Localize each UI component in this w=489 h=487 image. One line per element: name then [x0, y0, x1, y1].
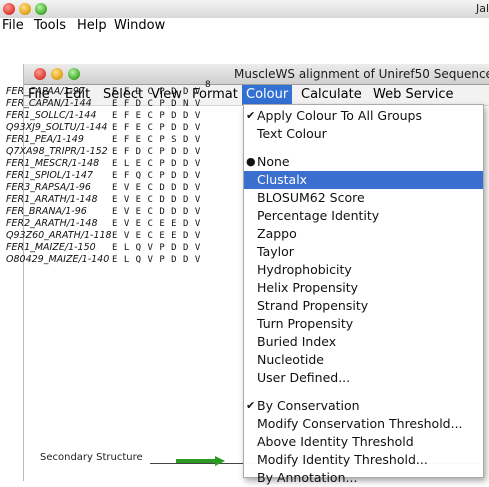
colour-menu-item[interactable]: Zappo: [244, 225, 483, 243]
sequence-name[interactable]: FER_CAPAA/1-97: [6, 86, 85, 98]
outer-menu-file[interactable]: File: [2, 18, 24, 33]
outer-titlebar: Jal: [0, 0, 489, 19]
colour-menu-item-label: By Conservation: [257, 398, 360, 413]
radio-dot-icon: ●: [246, 155, 256, 168]
zoom-window-button[interactable]: [35, 3, 47, 15]
colour-menu-item-label: Helix Propensity: [257, 280, 359, 295]
sequence-name[interactable]: FER_CAPAN/1-144: [6, 98, 92, 110]
colour-menu-item-label: Buried Index: [257, 334, 337, 349]
colour-menu-item-label: User Defined...: [257, 370, 351, 385]
sequence-name[interactable]: FER1_PEA/1-149: [6, 134, 84, 146]
colour-menu-item-label: Clustalx: [257, 172, 308, 187]
colour-menu-item[interactable]: Buried Index: [244, 333, 483, 351]
sequence-residues[interactable]: E F D C P D D V: [112, 86, 201, 98]
outer-menu-help[interactable]: Help: [77, 18, 107, 33]
alignment-menubar: File Edit Select View Format Colour Calc…: [24, 85, 489, 106]
colour-menu-item[interactable]: Text Colour: [244, 125, 483, 143]
colour-menu-item-label: Hydrophobicity: [257, 262, 352, 277]
colour-menu-item[interactable]: Taylor: [244, 243, 483, 261]
colour-menu-item-label: BLOSUM62 Score: [257, 190, 365, 205]
menu-colour[interactable]: Colour: [242, 85, 293, 105]
sequence-residues[interactable]: E V E C D D D V: [112, 194, 201, 206]
sequence-name[interactable]: O80429_MAIZE/1-140: [6, 254, 109, 266]
colour-menu-item[interactable]: Strand Propensity: [244, 297, 483, 315]
colour-menu-item-label: Above Identity Threshold: [257, 434, 414, 449]
colour-menu-item[interactable]: Percentage Identity: [244, 207, 483, 225]
checkmark-icon: ✔: [246, 399, 256, 412]
colour-menu-item-label: Strand Propensity: [257, 298, 369, 313]
sequence-residues[interactable]: E F D C P D D V: [112, 146, 201, 158]
sequence-name[interactable]: FER2_ARATH/1-148: [6, 218, 98, 230]
close-alignment-button[interactable]: [34, 68, 46, 80]
colour-menu-item-label: Nucleotide: [257, 352, 324, 367]
sequence-residues[interactable]: E F E C P S D V: [112, 134, 201, 146]
colour-menu-item[interactable]: BLOSUM62 Score: [244, 189, 483, 207]
sequence-name[interactable]: FER1_SOLLC/1-144: [6, 110, 96, 122]
alignment-title: MuscleWS alignment of Uniref50 Sequences: [234, 67, 489, 81]
colour-menu-item[interactable]: Turn Propensity: [244, 315, 483, 333]
sequence-name[interactable]: Q93Z60_ARATH/1-118: [6, 230, 112, 242]
sequence-residues[interactable]: E F D C P D N V: [112, 98, 201, 110]
minimize-window-button[interactable]: [19, 3, 31, 15]
menu-calculate[interactable]: Calculate: [301, 87, 362, 102]
colour-menu-item-label: Taylor: [257, 244, 294, 259]
sequence-residues[interactable]: E V E C E E D V: [112, 218, 201, 230]
menu-web-service[interactable]: Web Service: [373, 87, 454, 102]
colour-menu-item[interactable]: By Annotation...: [244, 469, 483, 487]
helix-strand-arrow: [176, 459, 216, 463]
colour-menu-item-label: Turn Propensity: [257, 316, 354, 331]
colour-menu-item-label: Modify Identity Threshold...: [257, 452, 428, 467]
colour-menu-item[interactable]: ✔ Apply Colour To All Groups: [244, 107, 483, 125]
sequence-residues[interactable]: E V E C D D D V: [112, 206, 201, 218]
outer-window-title: Jal: [475, 2, 489, 15]
colour-menu-item[interactable]: Clustalx: [244, 171, 483, 189]
sequence-name[interactable]: FER1_SPIOL/1-147: [6, 170, 93, 182]
outer-menu-window[interactable]: Window: [114, 18, 165, 33]
ruler-number: 8: [205, 80, 211, 90]
sequence-residues[interactable]: E F E C P D D V: [112, 110, 201, 122]
sequence-residues[interactable]: E L E C P D D V: [112, 158, 201, 170]
colour-menu-item-label: Percentage Identity: [257, 208, 380, 223]
colour-menu-item[interactable]: Above Identity Threshold: [244, 433, 483, 451]
colour-menu-item[interactable]: Nucleotide: [244, 351, 483, 369]
alignment-titlebar: MuscleWS alignment of Uniref50 Sequences: [24, 64, 489, 85]
strand-arrowhead: [215, 456, 225, 466]
checkmark-icon: ✔: [246, 109, 256, 122]
zoom-alignment-button[interactable]: [68, 68, 80, 80]
sequence-residues[interactable]: E F Q C P D D V: [112, 170, 201, 182]
colour-menu-item-label: By Annotation...: [257, 470, 358, 485]
minimize-alignment-button[interactable]: [51, 68, 63, 80]
sequence-residues[interactable]: E F E C P D D V: [112, 122, 201, 134]
colour-menu-item-label: Zappo: [257, 226, 297, 241]
sequence-name[interactable]: Q93XJ9_SOLTU/1-144: [6, 122, 107, 134]
colour-dropdown-menu: ✔ Apply Colour To All Groups Text Colour ● N…: [243, 104, 484, 485]
colour-menu-item[interactable]: Modify Conservation Threshold...: [244, 415, 483, 433]
colour-menu-item[interactable]: User Defined...: [244, 369, 483, 387]
sequence-residues[interactable]: E V E C D D D V: [112, 182, 201, 194]
colour-menu-item[interactable]: Helix Propensity: [244, 279, 483, 297]
sequence-name[interactable]: Q7XA98_TRIPR/1-152: [6, 146, 108, 158]
colour-menu-item[interactable]: Hydrophobicity: [244, 261, 483, 279]
sequence-residues[interactable]: E L Q V P D D V: [112, 254, 201, 266]
colour-menu-item[interactable]: ● None: [244, 153, 483, 171]
colour-menu-item[interactable]: ✔ By Conservation: [244, 397, 483, 415]
sequence-name[interactable]: FER3_RAPSA/1-96: [6, 182, 91, 194]
sequence-name[interactable]: FER_BRANA/1-96: [6, 206, 87, 218]
secondary-structure-label: Secondary Structure: [40, 452, 143, 463]
sequence-residues[interactable]: E V E C E E D V: [112, 230, 201, 242]
sequence-name[interactable]: FER1_MESCR/1-148: [6, 158, 99, 170]
sequence-name[interactable]: FER1_ARATH/1-148: [6, 194, 98, 206]
colour-menu-item[interactable]: Modify Identity Threshold...: [244, 451, 483, 469]
outer-menubar: File Tools Help Window: [0, 18, 489, 38]
close-window-button[interactable]: [3, 3, 15, 15]
colour-menu-item-label: Text Colour: [257, 126, 327, 141]
sequence-name[interactable]: FER1_MAIZE/1-150: [6, 242, 96, 254]
colour-menu-item-label: Modify Conservation Threshold...: [257, 416, 463, 431]
outer-menu-tools[interactable]: Tools: [34, 18, 66, 33]
colour-menu-item-label: None: [257, 154, 290, 169]
sequence-residues[interactable]: E L Q V P D D V: [112, 242, 201, 254]
colour-menu-item-label: Apply Colour To All Groups: [257, 108, 422, 123]
